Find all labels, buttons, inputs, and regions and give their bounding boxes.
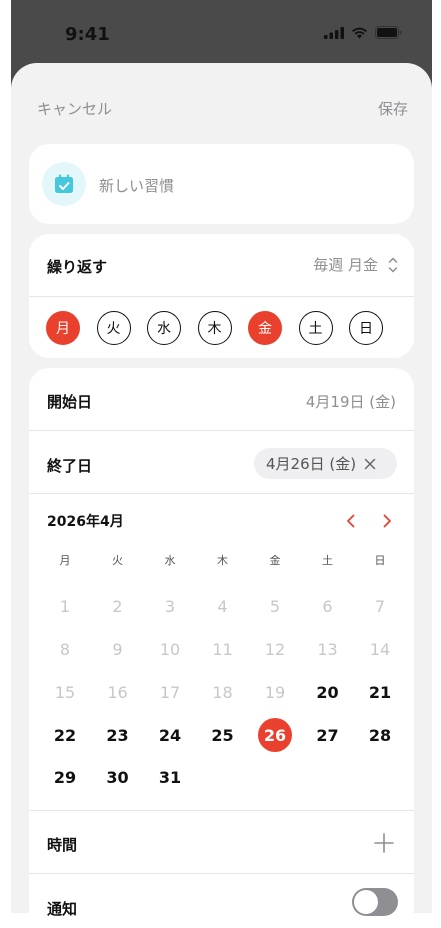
calendar-day: 18 [212,682,233,702]
calendar-day[interactable]: 29 [45,757,85,797]
end-date-value: 4月26日 (金) [266,455,357,473]
divider [29,296,414,297]
status-time: 9:41 [65,24,110,45]
calendar-day: 5 [269,596,281,616]
calendar-day: 2 [112,596,123,616]
calendar-weekday: 土 [322,554,333,567]
calendar-day[interactable]: 31 [150,757,190,797]
calendar-day: 14 [369,639,391,659]
calendar-day[interactable]: 26 [255,715,295,755]
calendar-day[interactable]: 28 [360,715,400,755]
time-label: 時間 [47,836,78,854]
dates-card: 開始日 4月19日 (金) 終了日 4月26日 (金) 2026年4月 月 火 水 木… [29,368,414,928]
calendar-day[interactable]: 20 [308,672,348,712]
habit-sheet: キャンセル 保存 新しい習慣 繰り返す 毎週 月金 月火水木金土日 開始日 4月… [11,63,432,928]
repeat-value: 毎週 月金 [313,256,378,274]
divider [29,493,414,494]
calendar-weekday: 金 [269,554,281,567]
calendar-day: 1 [59,596,71,616]
day-toggle[interactable]: 金 [248,311,282,345]
calendar-day[interactable]: 25 [203,715,243,755]
repeat-label: 繰り返す [47,258,108,276]
wifi-icon [352,27,367,38]
habit-icon-button[interactable] [42,162,86,206]
save-button[interactable]: 保存 [378,98,408,119]
divider [29,873,414,874]
calendar-day: 17 [159,682,181,702]
calendar-weekday: 火 [112,554,123,567]
start-date-row[interactable]: 開始日 4月19日 (金) [29,368,414,430]
status-icons [324,26,402,39]
time-row[interactable]: 時間 [29,811,414,873]
calendar-day: 16 [107,682,128,702]
calendar-day: 19 [264,682,286,702]
calendar-day: 6 [322,596,333,616]
divider [29,430,414,431]
calendar-day: 12 [264,639,286,659]
day-toggle[interactable]: 月 [46,311,80,345]
calendar-day[interactable]: 21 [360,672,400,712]
calendar-day: 15 [54,682,76,702]
battery-icon [375,26,402,39]
repeat-card: 繰り返す 毎週 月金 月火水木金土日 [29,234,414,358]
notify-label: 通知 [47,900,78,918]
calendar-day: 7 [374,596,386,616]
close-icon[interactable] [364,458,376,470]
repeat-selector[interactable]: 毎週 月金 [313,254,398,275]
weekday-selector: 月火水木金土日 [46,311,383,345]
chevron-left-icon[interactable] [345,514,357,528]
end-date-chip[interactable]: 4月26日 (金) [254,448,397,479]
calendar-day: 8 [59,639,71,659]
calendar-day[interactable]: 27 [308,715,348,755]
day-toggle[interactable]: 土 [298,311,333,345]
calendar-day: 3 [164,596,176,616]
notify-toggle[interactable] [352,888,398,916]
start-date-value: 4月19日 (金) [305,393,396,411]
calendar-day[interactable]: 23 [98,715,138,755]
calendar-weekday: 水 [164,554,176,567]
chevron-right-icon[interactable] [381,514,393,528]
calendar-check-icon [55,174,73,193]
status-bar: 9:41 [11,0,432,64]
habit-name-input[interactable]: 新しい習慣 [99,175,174,196]
calendar-day: 4 [217,596,228,616]
signal-icon [324,26,344,39]
calendar-day[interactable]: 30 [98,757,138,797]
calendar-day: 10 [159,639,181,659]
start-date-label: 開始日 [47,393,93,411]
day-toggle[interactable]: 水 [147,311,181,345]
calendar-weekday: 日 [374,554,386,567]
calendar-weekday: 木 [217,554,228,567]
plus-icon[interactable] [374,833,394,853]
day-toggle[interactable]: 日 [349,311,383,345]
calendar-weekday: 月 [59,554,71,567]
end-date-label: 終了日 [47,457,93,475]
day-toggle[interactable]: 木 [197,311,232,345]
calendar-day: 11 [212,639,233,659]
calendar-day: 13 [317,639,338,659]
day-toggle[interactable]: 火 [96,311,131,345]
chevron-updown-icon [388,256,398,273]
cancel-button[interactable]: キャンセル [37,98,112,119]
toggle-knob [354,890,378,914]
calendar-day[interactable]: 24 [150,715,190,755]
calendar-day: 9 [112,639,123,659]
calendar-month-label: 2026年4月 [47,514,124,530]
title-card: 新しい習慣 [29,144,414,224]
calendar-day[interactable]: 22 [45,715,85,755]
